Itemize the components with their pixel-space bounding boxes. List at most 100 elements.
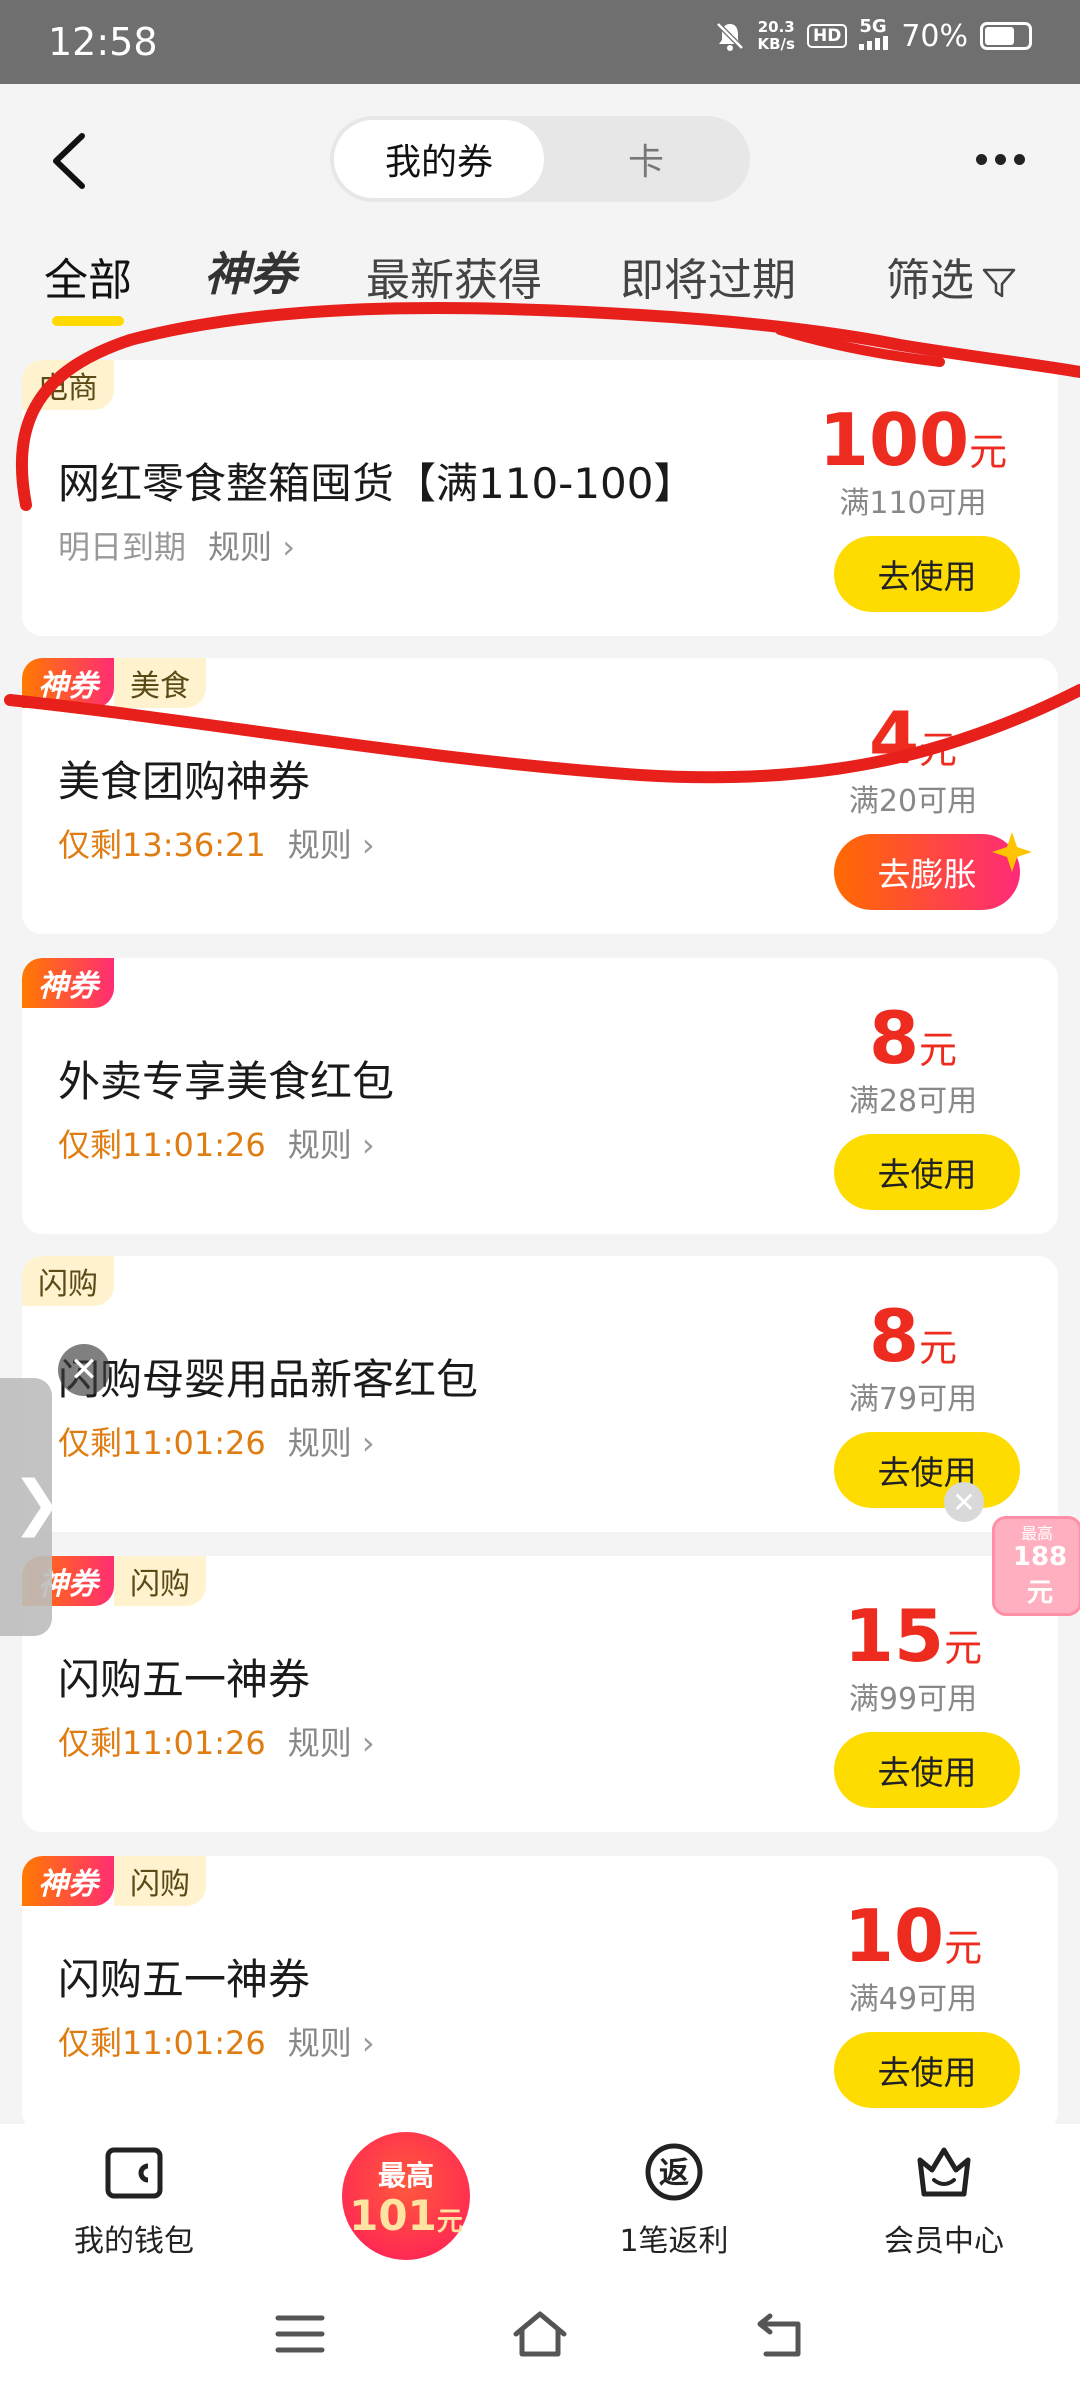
- wallet-icon: [105, 2147, 163, 2199]
- tab-shen-coupon[interactable]: 神券: [204, 238, 296, 304]
- coupon-threshold: 满49可用: [848, 1982, 978, 2017]
- coupon-expiry: 仅剩13:36:21: [58, 826, 266, 864]
- nav-center-red-packet[interactable]: 最高 101元: [342, 2132, 470, 2260]
- nav-center-amount: 101元: [349, 2191, 463, 2240]
- use-coupon-button[interactable]: 去使用: [834, 2032, 1020, 2108]
- coupon-card[interactable]: 神券美食 美食团购神券 仅剩13:36:21 规则 4元 满20可用 去膨胀: [22, 658, 1058, 934]
- coupon-rules-link[interactable]: 规则: [288, 1718, 375, 1764]
- coupon-expiry: 明日到期: [58, 528, 187, 566]
- coupon-threshold: 满99可用: [848, 1682, 978, 1717]
- tab-all[interactable]: 全部: [44, 244, 132, 308]
- nav-rebate[interactable]: 返 1笔返利: [584, 2142, 764, 2260]
- coupon-expiry: 仅剩11:01:26: [58, 1724, 266, 1762]
- tab-expiring[interactable]: 即将过期: [620, 244, 796, 308]
- filter-icon: [982, 268, 1016, 298]
- active-tab-indicator: [52, 316, 124, 326]
- coupon-rules-link[interactable]: 规则: [288, 820, 375, 866]
- coupon-meta: 仅剩11:01:26 规则: [58, 1718, 375, 1764]
- coupon-meta: 仅剩11:01:26 规则: [58, 2018, 375, 2064]
- system-nav-bar: [0, 2274, 1080, 2400]
- nav-wallet[interactable]: 我的钱包: [44, 2142, 224, 2260]
- tab-newest[interactable]: 最新获得: [366, 244, 542, 308]
- more-options-button[interactable]: [976, 144, 1036, 174]
- status-icons: 20.3 KB/s HD 5G 70%: [714, 18, 1032, 54]
- use-coupon-button[interactable]: 去使用: [834, 1134, 1020, 1210]
- coupon-card[interactable]: 闪购 闪购母婴用品新客红包 仅剩11:01:26 规则 8元 满79可用 去使用: [22, 1256, 1058, 1532]
- coupon-title: 闪购五一神券: [58, 1655, 311, 1704]
- nav-member-label: 会员中心: [884, 2224, 1004, 2259]
- menu-icon[interactable]: [270, 2304, 330, 2364]
- bottom-nav: 我的钱包 最高 101元 返 1笔返利 会员中心: [0, 2124, 1080, 2274]
- side-drawer-handle[interactable]: ❯: [0, 1378, 62, 1636]
- coupon-card[interactable]: 神券闪购 闪购五一神券 仅剩11:01:26 规则 15元 满99可用 去使用: [22, 1556, 1058, 1832]
- close-float-icon[interactable]: ✕: [58, 1344, 110, 1396]
- status-time: 12:58: [48, 20, 158, 64]
- sparkle-icon: [992, 832, 1032, 872]
- back-button[interactable]: [44, 126, 94, 196]
- coupon-expiry: 仅剩11:01:26: [58, 1126, 266, 1164]
- battery-icon: [980, 22, 1032, 50]
- nav-center-label: 最高: [377, 2159, 434, 2192]
- coupon-card[interactable]: 神券 外卖专享美食红包 仅剩11:01:26 规则 8元 满28可用 去使用: [22, 958, 1058, 1234]
- coupon-title: 网红零食整箱囤货【满110-100】: [58, 459, 696, 508]
- segment-cards[interactable]: 卡: [546, 120, 746, 198]
- coupon-expiry: 仅剩11:01:26: [58, 1424, 266, 1462]
- hd-badge: HD: [806, 24, 848, 48]
- back-nav-icon[interactable]: [752, 2304, 812, 2364]
- coupon-tags: 神券 闪购: [22, 1856, 206, 1906]
- nav-rebate-label: 1笔返利: [619, 2224, 729, 2259]
- segment-control: 我的券 卡: [330, 116, 750, 202]
- coupon-threshold: 满110可用: [839, 486, 987, 521]
- coupon-amount: 100元: [818, 398, 1008, 482]
- coupon-meta: 明日到期 规则: [58, 522, 295, 568]
- coupon-tag: 神券: [22, 958, 114, 1008]
- coupon-tag: 美食: [114, 658, 206, 708]
- rebate-icon: 返: [645, 2143, 703, 2201]
- header: 我的券 卡 全部 神券 最新获得 即将过期 筛选: [0, 84, 1080, 326]
- segment-my-coupons[interactable]: 我的券: [334, 120, 544, 198]
- coupon-tag: 闪购: [22, 1256, 114, 1306]
- mute-bell-icon: [715, 22, 744, 51]
- close-badge-icon[interactable]: ✕: [944, 1482, 984, 1522]
- use-coupon-button[interactable]: 去使用: [834, 536, 1020, 612]
- coupon-title: 闪购五一神券: [58, 1955, 311, 2004]
- coupon-title: 外卖专享美食红包: [58, 1057, 395, 1106]
- float-badge-label: 最高: [1020, 1524, 1053, 1543]
- coupon-rules-link[interactable]: 规则: [288, 1418, 375, 1464]
- coupon-threshold: 满79可用: [848, 1382, 978, 1417]
- use-coupon-button[interactable]: 去使用: [834, 1732, 1020, 1808]
- coupon-amount: 4元: [868, 696, 958, 780]
- coupon-meta: 仅剩13:36:21 规则: [58, 820, 375, 866]
- coupon-tag: 电商: [22, 360, 114, 410]
- float-badge-amount: 188元: [1012, 1542, 1068, 1608]
- filter-label: 筛选: [886, 255, 974, 306]
- coupon-tags: 闪购: [22, 1256, 114, 1306]
- tab-filter[interactable]: 筛选: [886, 244, 1018, 308]
- coupon-expiry: 仅剩11:01:26: [58, 2024, 266, 2062]
- nav-wallet-label: 我的钱包: [74, 2224, 194, 2259]
- coupon-tag: 神券: [22, 658, 114, 708]
- filter-tabs: 全部 神券 最新获得 即将过期 筛选: [0, 244, 1080, 324]
- coupon-card[interactable]: 电商 网红零食整箱囤货【满110-100】 明日到期 规则 100元 满110可…: [22, 360, 1058, 636]
- chevron-right-icon: ❯: [12, 1468, 63, 1538]
- coupon-tags: 神券 美食: [22, 658, 206, 708]
- nav-member[interactable]: 会员中心: [854, 2142, 1034, 2260]
- signal-5g-icon: 5G: [859, 18, 889, 54]
- status-bar: 12:58 20.3 KB/s HD 5G 70%: [0, 0, 1080, 84]
- svg-text:返: 返: [659, 2156, 689, 2191]
- coupon-title: 闪购母婴用品新客红包: [58, 1355, 479, 1404]
- coupon-tag: 闪购: [114, 1556, 206, 1606]
- coupon-tag: 闪购: [114, 1856, 206, 1906]
- coupon-tags: 神券: [22, 958, 114, 1008]
- home-icon[interactable]: [510, 2304, 570, 2364]
- member-crown-icon: [917, 2147, 971, 2197]
- coupon-rules-link[interactable]: 规则: [208, 522, 295, 568]
- coupon-card[interactable]: 神券闪购 闪购五一神券 仅剩11:01:26 规则 10元 满49可用 去使用: [22, 1856, 1058, 2132]
- coupon-amount: 8元: [868, 1294, 958, 1378]
- coupon-tags: 电商: [22, 360, 114, 410]
- network-speed: 20.3 KB/s: [757, 18, 795, 53]
- coupon-rules-link[interactable]: 规则: [288, 2018, 375, 2064]
- coupon-title: 美食团购神券: [58, 757, 311, 806]
- coupon-meta: 仅剩11:01:26 规则: [58, 1120, 375, 1166]
- coupon-rules-link[interactable]: 规则: [288, 1120, 375, 1166]
